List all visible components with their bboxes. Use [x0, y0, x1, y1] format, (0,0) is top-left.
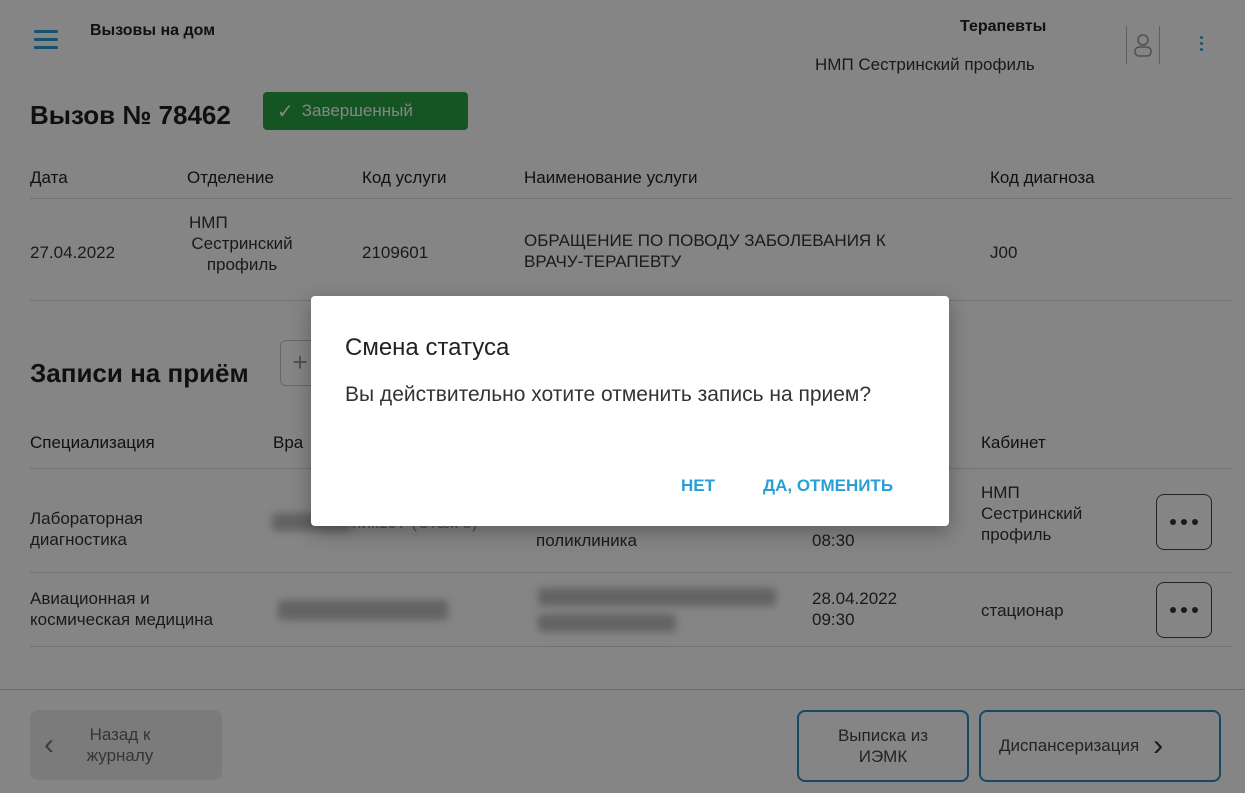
no-button[interactable]: НЕТ: [681, 476, 715, 496]
dialog-message: Вы действительно хотите отменить запись …: [345, 383, 872, 406]
yes-cancel-button[interactable]: ДА, ОТМЕНИТЬ: [763, 476, 893, 496]
status-change-dialog: Смена статуса Вы действительно хотите от…: [311, 296, 949, 526]
dialog-title: Смена статуса: [345, 334, 510, 361]
